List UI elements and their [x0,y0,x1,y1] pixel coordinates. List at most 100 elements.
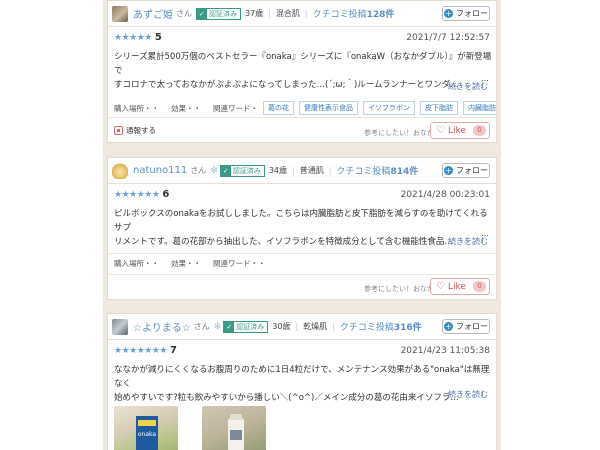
post-count-label: クチコミ投稿 [339,323,394,333]
post-count: 316件 [393,323,422,333]
follow-label: フォロー [456,322,488,331]
star-icon: ✻ [210,165,218,176]
rating: ★★★★★★★ 7 [114,345,177,356]
post-count-link[interactable]: クチコミ投稿814件 [336,164,418,177]
tag[interactable]: 葛の花 [263,101,294,115]
tag[interactable]: イソフラボン [363,101,415,115]
rating-stars-icon: ★★★★★ [114,32,152,43]
report-label: 通報する [126,126,156,135]
ellipsis-icon: … [481,229,489,238]
user-name[interactable]: ☆よりまる☆ [133,319,191,334]
read-more-link[interactable]: … 続きを読む [448,229,489,247]
effect[interactable]: 効果・・ [171,258,201,269]
verified-label: 認証済み [209,9,237,18]
read-more-label: 続きを読む [448,390,488,399]
follow-button[interactable]: + フォロー [442,163,490,178]
review-text-line: シリーズ累計500万個のベストセラー『onaka』シリーズに『onakaW（おな… [114,52,492,76]
like-count: 0 [473,125,486,136]
review-text: ピルボックスのonakaをお試ししました。こちらは内臓脂肪と皮下脂肪を減らすのを… [114,207,492,249]
review-text-line: すコロナで太っておなかがぷよぷよになってしまった…(´;ω;｀)ルームランナーと… [114,80,459,90]
review-date: 2021/7/7 12:52:57 [406,33,490,43]
effect[interactable]: 効果・・ [171,103,201,114]
svg-text:onaka: onaka [138,431,157,438]
tag-row: 購入場所・・ 効果・・ 関連ワード・・ [114,258,278,269]
divider [108,253,496,254]
user-name[interactable]: あずご姫 [133,6,173,21]
check-icon: ✓ [220,165,231,176]
divider: | [328,166,332,175]
user-age: 34歳 [268,166,288,175]
divider: | [292,166,295,175]
honorific: さん [193,322,210,331]
read-more-label: 続きを読む [448,82,488,91]
read-more-link[interactable]: 続きを読む [448,389,488,400]
review-photo[interactable]: onaka [114,406,178,450]
post-count: 814件 [390,167,419,177]
avatar[interactable] [112,5,128,22]
purchase-place[interactable]: 購入場所・・ [114,258,159,269]
report-icon [114,126,123,135]
product-bottle-icon [228,414,244,450]
review-date: 2021/4/23 11:05:38 [400,346,490,356]
honorific: さん [176,9,192,18]
post-count-link[interactable]: クチコミ投稿128件 [313,7,395,20]
verified-badge: ✓ 認証済み [219,164,265,177]
rating-value: 6 [162,189,170,200]
skin-type: 普通肌 [299,166,324,175]
skin-type: 乾燥肌 [303,322,328,331]
follow-label: フォロー [456,9,488,18]
honorific: さん [190,166,207,175]
divider: | [295,322,299,331]
tag[interactable]: 内臓脂肪 [463,101,496,115]
verified-label: 認証済み [232,166,261,175]
post-count-label: クチコミ投稿 [336,167,391,177]
divider [108,274,496,275]
report-button[interactable]: 通報する [114,125,156,136]
follow-button[interactable]: + フォロー [442,6,490,21]
follow-label: フォロー [456,166,488,175]
read-more-label: 続きを読む [448,237,488,246]
star-icon: ✻ [213,321,222,332]
related-words: 関連ワード・ [213,103,258,113]
avatar[interactable] [112,162,128,179]
rating: ★★★★★★ 6 [114,189,169,200]
review-card: natuno111 さん ✻ ✓ 認証済み 34歳 | 普通肌 | クチコミ投稿8… [107,157,497,300]
review-card: ☆よりまる☆ さん ✻ ✓ 認証済み 30歳 | 乾燥肌 | クチコミ投稿316件… [107,313,497,450]
check-icon: ✓ [197,8,207,19]
read-more-link[interactable]: … 続きを読む [448,74,489,92]
check-icon: ✓ [224,321,235,332]
review-photo[interactable] [202,406,266,450]
post-count: 128件 [366,10,395,20]
skin-type: 混合肌 [275,9,300,18]
review-header: natuno111 さん ✻ ✓ 認証済み 34歳 | 普通肌 | クチコミ投稿8… [108,158,496,184]
tag[interactable]: 皮下脂肪 [420,101,458,115]
review-date: 2021/4/28 00:23:01 [400,190,490,200]
verified-badge: ✓ 認証済み [223,320,269,333]
review-text: シリーズ累計500万個のベストセラー『onaka』シリーズに『onakaW（おな… [114,50,492,92]
like-button[interactable]: ♡ Like 0 [430,122,490,139]
verified-badge: ✓ 認証済み [196,7,241,20]
post-count-label: クチコミ投稿 [312,10,367,20]
tag-row: 購入場所・・ 効果・・ 関連ワード・ 葛の花 健康性表示食品 イソフラボン 皮下… [114,101,496,115]
product-box-icon: onaka [136,416,158,450]
post-count-link[interactable]: クチコミ投稿316件 [340,320,422,333]
rating: ★★★★★ 5 [114,32,162,43]
avatar[interactable] [112,318,128,335]
divider: | [304,9,308,18]
review-header: ☆よりまる☆ さん ✻ ✓ 認証済み 30歳 | 乾燥肌 | クチコミ投稿316件 [108,314,496,340]
rating-stars-icon: ★★★★★★ [114,189,160,200]
follow-button[interactable]: + フォロー [442,319,490,334]
review-header: あずご姫 さん ✓ 認証済み 37歳 | 混合肌 | クチコミ投稿128件 [108,1,496,27]
like-count: 0 [473,281,486,292]
rating-stars-icon: ★★★★★★★ [114,345,167,356]
user-name[interactable]: natuno111 [133,165,187,176]
verified-label: 認証済み [236,322,265,331]
tag[interactable]: 健康性表示食品 [299,101,358,115]
ellipsis-icon: … [481,74,489,83]
like-label: Like [447,281,466,292]
plus-icon: + [444,166,453,175]
purchase-place[interactable]: 購入場所・・ [114,103,159,114]
rating-value: 5 [154,32,162,43]
heart-icon: ♡ [436,125,445,136]
like-button[interactable]: ♡ Like 0 [430,278,490,295]
